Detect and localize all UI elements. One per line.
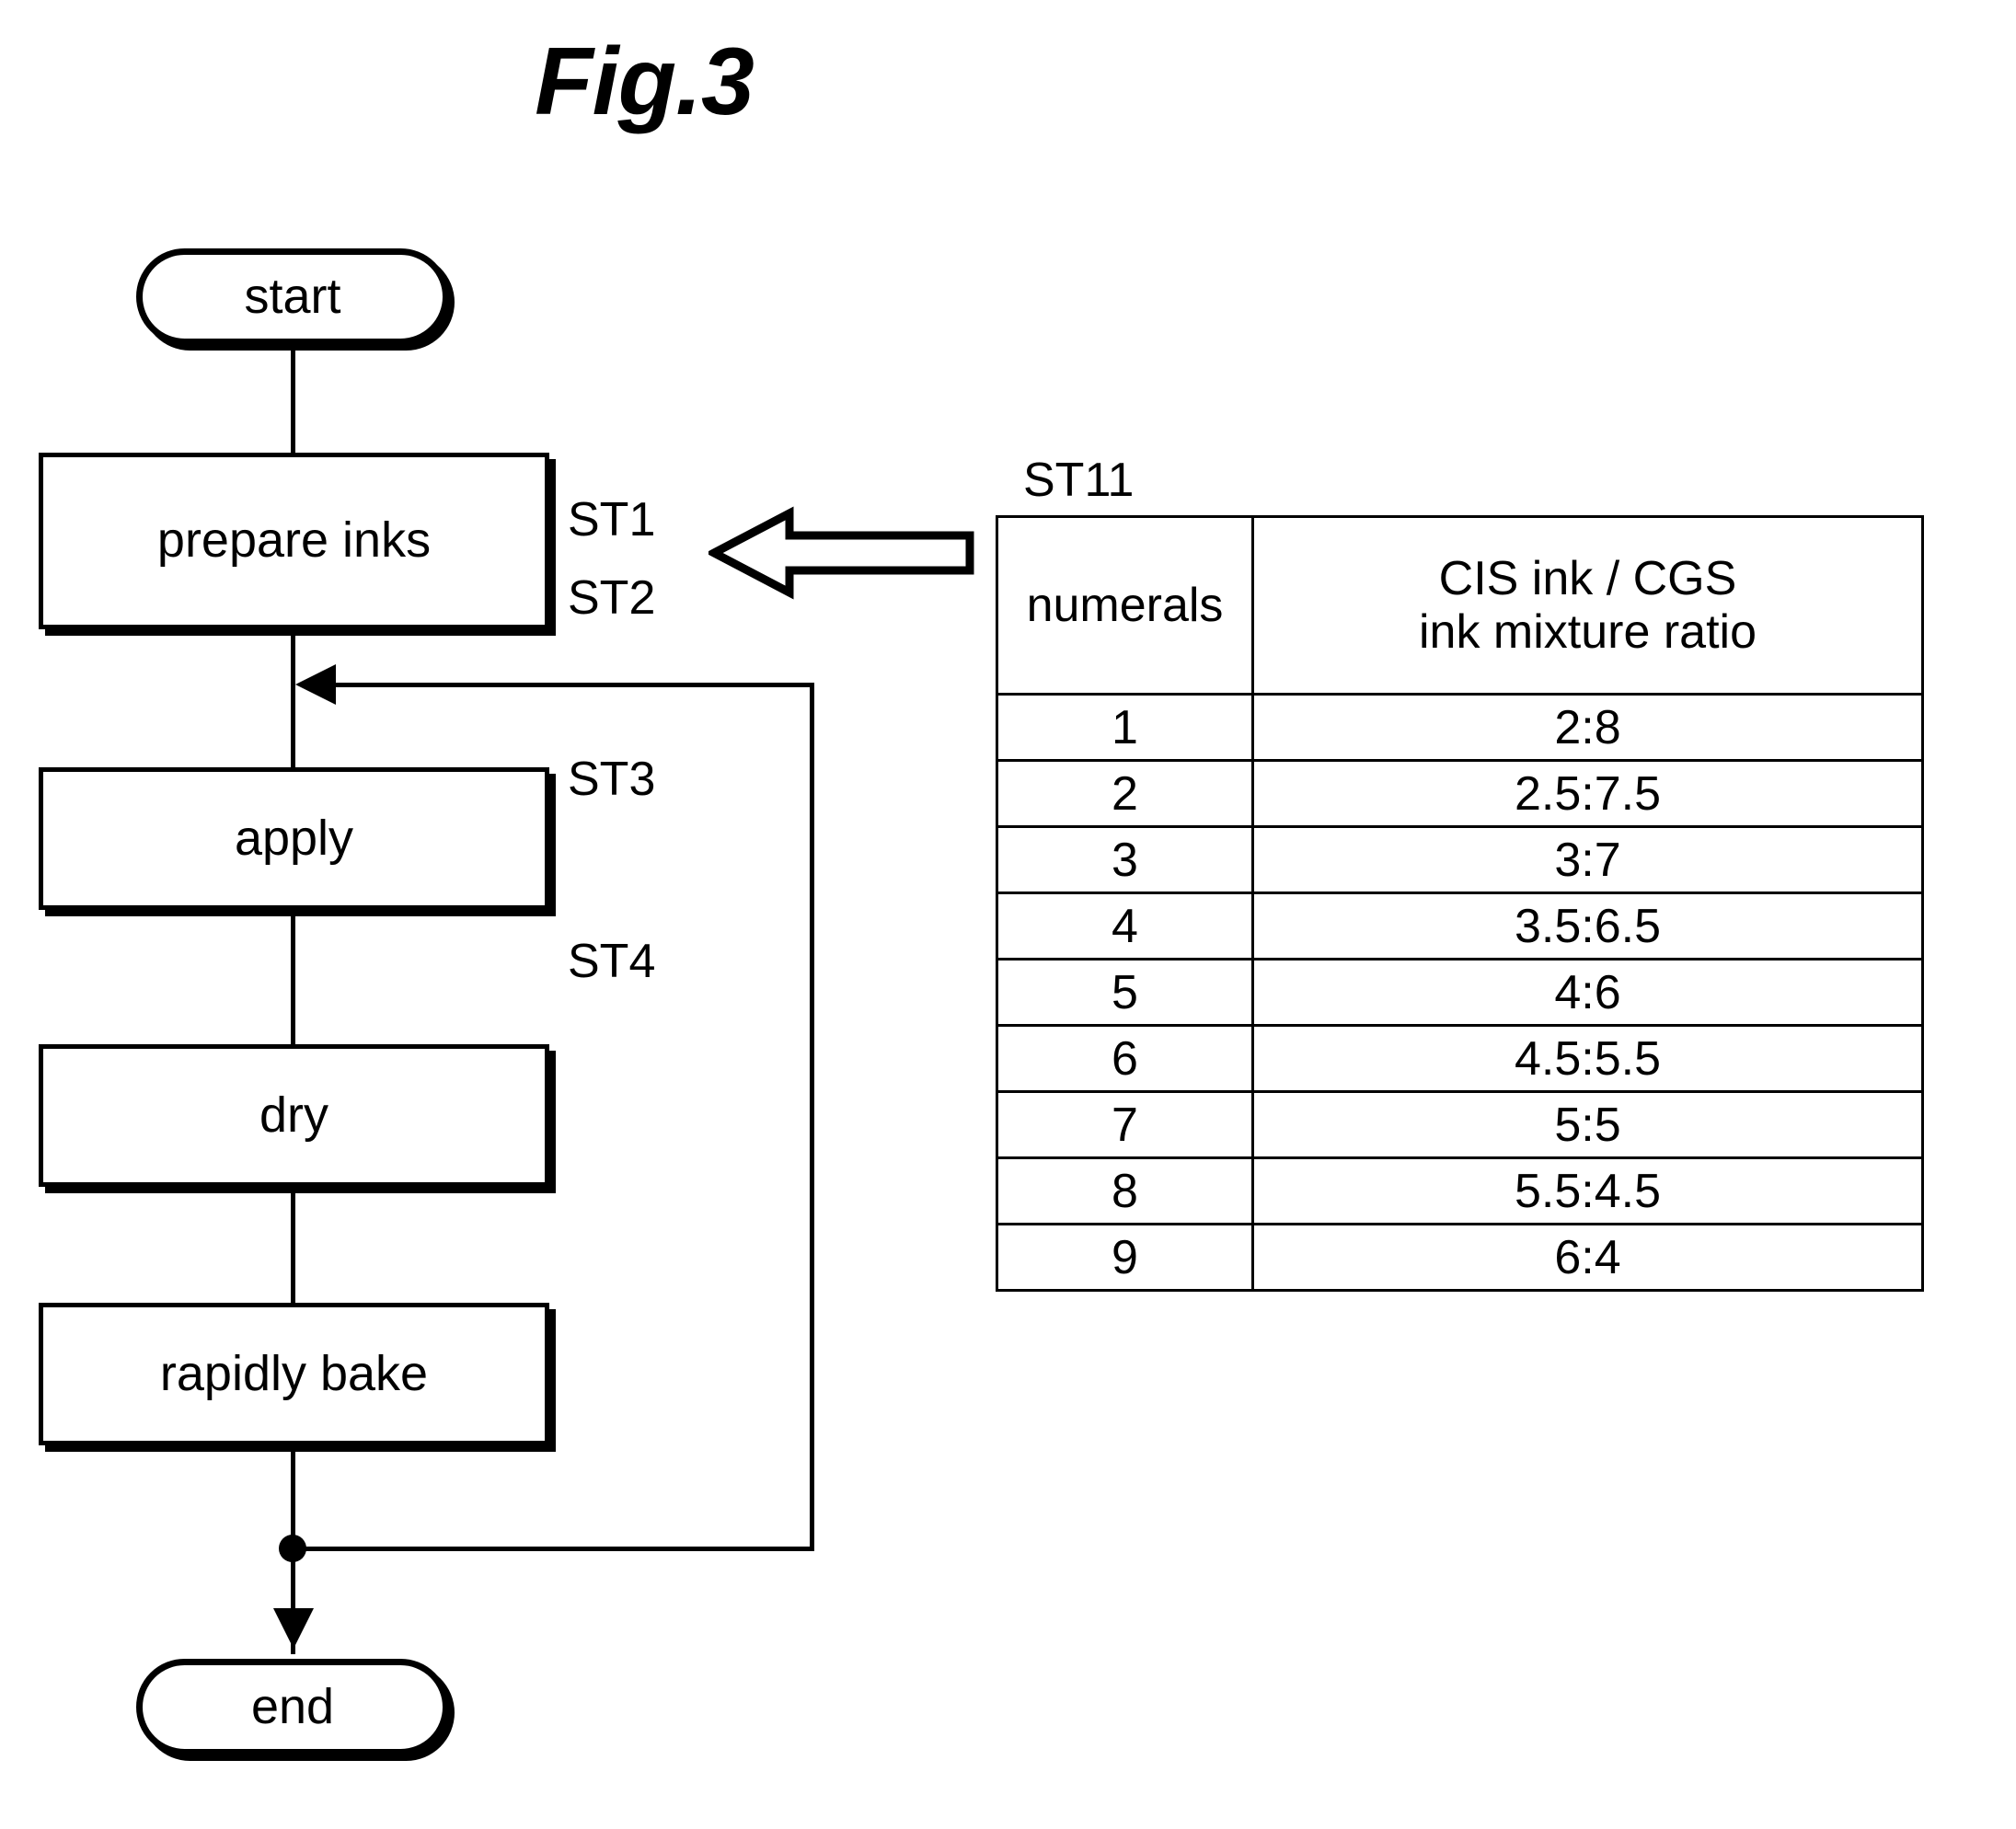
flow-node-dry: dry [39,1044,549,1187]
table-cell-numeral: 4 [996,891,1254,961]
flow-node-start-label: start [244,268,341,324]
table-cell-numeral: 8 [996,1156,1254,1225]
table-cell-numeral: 9 [996,1223,1254,1292]
flow-node-rapidly-bake: rapidly bake [39,1303,549,1445]
table-cell-numeral: 7 [996,1090,1254,1159]
flow-node-end-label: end [250,1678,335,1734]
table-row: 1 2:8 [996,693,1924,762]
table-cell-ratio: 6:4 [1251,1223,1924,1292]
connector-merge-to-apply [291,684,295,767]
table-cell-ratio: 3.5:6.5 [1251,891,1924,961]
connector-start-to-prepare [291,345,295,453]
flow-node-rapidly-bake-label: rapidly bake [159,1345,429,1401]
table-cell-numeral: 3 [996,825,1254,894]
table-cell-numeral: 5 [996,958,1254,1027]
table-row: 3 3:7 [996,825,1924,894]
connector-bake-to-junction [291,1445,295,1548]
step-label-st1: ST1 [568,493,656,546]
feedback-merge-arrowhead [295,664,336,705]
step-label-st4: ST4 [568,935,656,988]
step-label-st3: ST3 [568,753,656,806]
table-row: 2 2.5:7.5 [996,759,1924,828]
table-header-row: numerals CIS ink / CGS ink mixture ratio [996,515,1924,696]
table-cell-ratio: 2:8 [1251,693,1924,762]
table-cell-ratio: 4.5:5.5 [1251,1024,1924,1093]
table-row: 5 4:6 [996,958,1924,1027]
table-row: 6 4.5:5.5 [996,1024,1924,1093]
table-cell-ratio: 5.5:4.5 [1251,1156,1924,1225]
end-arrowhead [273,1608,314,1649]
flow-node-end: end [136,1659,449,1755]
flow-node-prepare-inks: prepare inks [39,453,549,629]
feedback-loop-right-segment [810,683,814,1548]
feedback-loop-top-segment [331,683,814,687]
flow-node-start: start [136,248,449,345]
table-cell-ratio: 3:7 [1251,825,1924,894]
flow-node-apply: apply [39,767,549,910]
table-label-st11: ST11 [1023,454,1135,507]
ink-ratio-table: numerals CIS ink / CGS ink mixture ratio… [996,515,1924,1292]
connector-apply-to-dry [291,910,295,1044]
table-header-ratio-line1: CIS ink / CGS [1438,551,1737,605]
table-header-ratio: CIS ink / CGS ink mixture ratio [1251,515,1924,696]
figure-page: Fig.3 start prepare inks ST1 apply ST2 d… [0,0,2016,1829]
callout-block-arrow [708,506,974,600]
table-row: 4 3.5:6.5 [996,891,1924,961]
table-cell-numeral: 1 [996,693,1254,762]
table-header-ratio-line2: ink mixture ratio [1419,605,1757,659]
connector-dry-to-bake [291,1187,295,1303]
table-cell-ratio: 2.5:7.5 [1251,759,1924,828]
flow-node-apply-label: apply [234,810,354,866]
flow-node-dry-label: dry [259,1087,328,1143]
table-cell-ratio: 5:5 [1251,1090,1924,1159]
table-header-numerals: numerals [996,515,1254,696]
table-row: 8 5.5:4.5 [996,1156,1924,1225]
table-cell-numeral: 6 [996,1024,1254,1093]
flow-node-prepare-inks-label: prepare inks [156,512,432,569]
table-row: 7 5:5 [996,1090,1924,1159]
table-row: 9 6:4 [996,1223,1924,1292]
feedback-loop-bottom-segment [291,1547,814,1551]
table-cell-numeral: 2 [996,759,1254,828]
step-label-st2: ST2 [568,571,656,625]
figure-title: Fig.3 [535,29,755,135]
table-cell-ratio: 4:6 [1251,958,1924,1027]
